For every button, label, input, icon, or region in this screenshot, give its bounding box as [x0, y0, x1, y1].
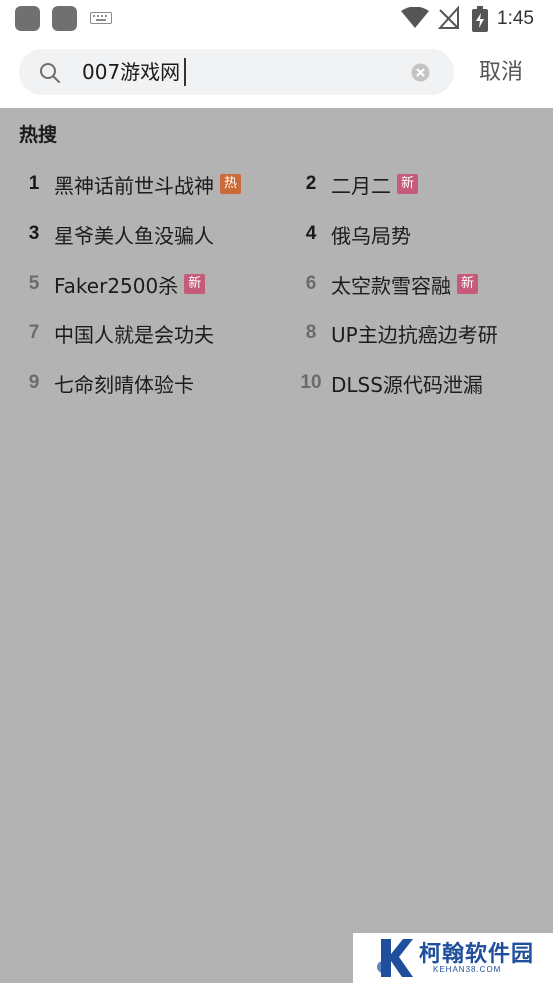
hot-search-text: 二月二 [331, 173, 391, 198]
hot-search-text: 中国人就是会功夫 [54, 322, 214, 347]
hot-search-item[interactable]: 10 DLSS源代码泄漏 [296, 367, 483, 399]
hot-search-rank: 5 [28, 273, 40, 294]
search-input[interactable]: 007游戏网 [82, 57, 180, 87]
cancel-button[interactable]: 取消 [479, 56, 523, 90]
hot-search-text: 太空款雪容融 [331, 273, 451, 298]
hot-search-item[interactable]: 6 太空款雪容融新 [296, 268, 478, 300]
new-badge: 新 [397, 174, 418, 194]
search-header: 007游戏网 取消 [0, 38, 553, 108]
app-icon [52, 6, 77, 31]
brand-name: 柯翰软件园 [419, 942, 535, 967]
hot-search-rank: 3 [28, 223, 40, 244]
hot-search-text: 七命刻晴体验卡 [54, 372, 194, 397]
hot-search-item[interactable]: 2 二月二新 [296, 168, 418, 200]
hot-search-text: 星爷美人鱼没骗人 [54, 223, 214, 248]
hot-search-item[interactable]: 3 星爷美人鱼没骗人 [19, 218, 214, 250]
hot-search-rank: 6 [305, 273, 317, 294]
no-signal-icon [438, 6, 459, 29]
battery-charging-icon [472, 6, 488, 32]
hot-search-text: UP主边抗癌边考研 [331, 322, 498, 347]
hot-search-rank: 1 [28, 173, 40, 194]
hot-search-item[interactable]: 1 黑神话前世斗战神热 [19, 168, 241, 200]
hot-search-item[interactable]: 8 UP主边抗癌边考研 [296, 317, 498, 349]
hot-badge: 热 [220, 174, 241, 194]
hot-search-rank: 4 [305, 223, 317, 244]
hot-search-item[interactable]: 7 中国人就是会功夫 [19, 317, 214, 349]
brand-url: KEHAN38.COM [433, 965, 502, 974]
new-badge: 新 [457, 274, 478, 294]
hot-search-item[interactable]: 5 Faker2500杀新 [19, 268, 206, 300]
search-icon [40, 63, 60, 83]
clock: 1:45 [497, 8, 534, 29]
app-icon [15, 6, 40, 31]
hot-search-rank: 7 [28, 322, 40, 343]
hot-search-title: 热搜 [19, 124, 58, 146]
status-bar: 1:45 [0, 0, 553, 38]
keyboard-icon [90, 12, 112, 24]
wifi-icon [401, 7, 429, 28]
clear-icon[interactable] [411, 63, 430, 82]
new-badge: 新 [184, 274, 206, 294]
hot-search-text: 黑神话前世斗战神 [54, 173, 214, 198]
brand-logo-icon [377, 939, 413, 977]
hot-search-rank: 8 [305, 322, 317, 343]
text-cursor [184, 58, 186, 86]
hot-search-text: Faker2500杀 [54, 273, 179, 298]
hot-search-item[interactable]: 9 七命刻晴体验卡 [19, 367, 194, 399]
hot-search-rank: 10 [300, 372, 322, 393]
search-box[interactable]: 007游戏网 [19, 49, 454, 95]
hot-search-item[interactable]: 4 俄乌局势 [296, 218, 411, 250]
hot-search-text: 俄乌局势 [331, 223, 411, 248]
hot-search-rank: 2 [305, 173, 317, 194]
hot-search-rank: 9 [28, 372, 40, 393]
watermark: 柯翰软件园 KEHAN38.COM [353, 933, 553, 983]
hot-search-text: DLSS源代码泄漏 [331, 372, 483, 397]
